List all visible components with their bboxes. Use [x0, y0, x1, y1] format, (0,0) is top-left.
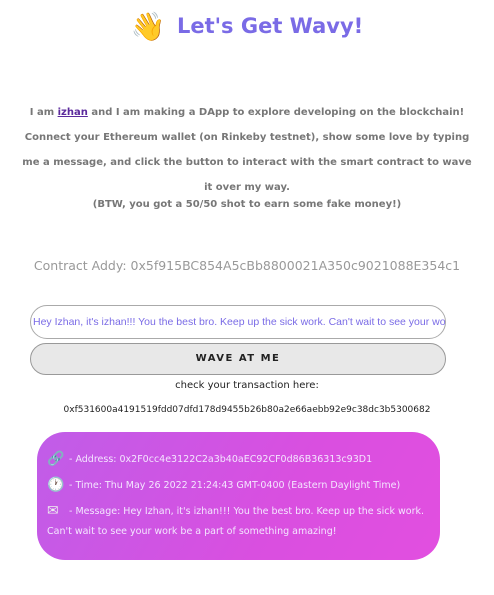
wave-message-tail: Can't wait to see your work be a part of…	[47, 526, 337, 537]
wave-time: - Time: Thu May 26 2022 21:24:43 GMT-040…	[69, 479, 401, 491]
wave-message-row: ✉ - Message: Hey Izhan, it's izhan!!! Yo…	[47, 498, 430, 524]
intro-prefix: I am	[29, 107, 58, 118]
wave-message: - Message: Hey Izhan, it's izhan!!! You …	[69, 505, 425, 517]
link-icon: 🔗	[47, 451, 65, 467]
wave-button[interactable]: WAVE AT ME	[30, 343, 446, 375]
wave-address-row: 🔗 - Address: 0x2F0cc4e3122C2a3b40aEC92CF…	[47, 446, 430, 472]
intro-body: and I am making a DApp to explore develo…	[22, 107, 472, 193]
page-title: Let's Get Wavy!	[176, 14, 364, 38]
wave-time-row: 🕐 - Time: Thu May 26 2022 21:24:43 GMT-0…	[47, 472, 430, 498]
envelope-icon: ✉	[47, 503, 59, 519]
transaction-hash[interactable]: 0xf531600a4191519fdd07dfd178d9455b26b80a…	[0, 405, 494, 415]
btw-note: (BTW, you got a 50/50 shot to earn some …	[92, 199, 402, 210]
message-input[interactable]: Hey Izhan, it's izhan!!! You the best br…	[30, 305, 446, 339]
page-header: 👋 Let's Get Wavy!	[0, 8, 494, 45]
transaction-label: check your transaction here:	[175, 380, 319, 391]
wave-card: 🔗 - Address: 0x2F0cc4e3122C2a3b40aEC92CF…	[37, 432, 440, 560]
author-link[interactable]: izhan	[58, 107, 88, 118]
intro-text: I am izhan and I am making a DApp to exp…	[20, 100, 474, 200]
contract-address: Contract Addy: 0x5f915BC854A5cBb8800021A…	[33, 258, 461, 273]
waving-hand-icon: 👋	[130, 10, 166, 43]
wave-address: - Address: 0x2F0cc4e3122C2a3b40aEC92CF0d…	[69, 453, 373, 465]
clock-icon: 🕐	[47, 477, 65, 493]
